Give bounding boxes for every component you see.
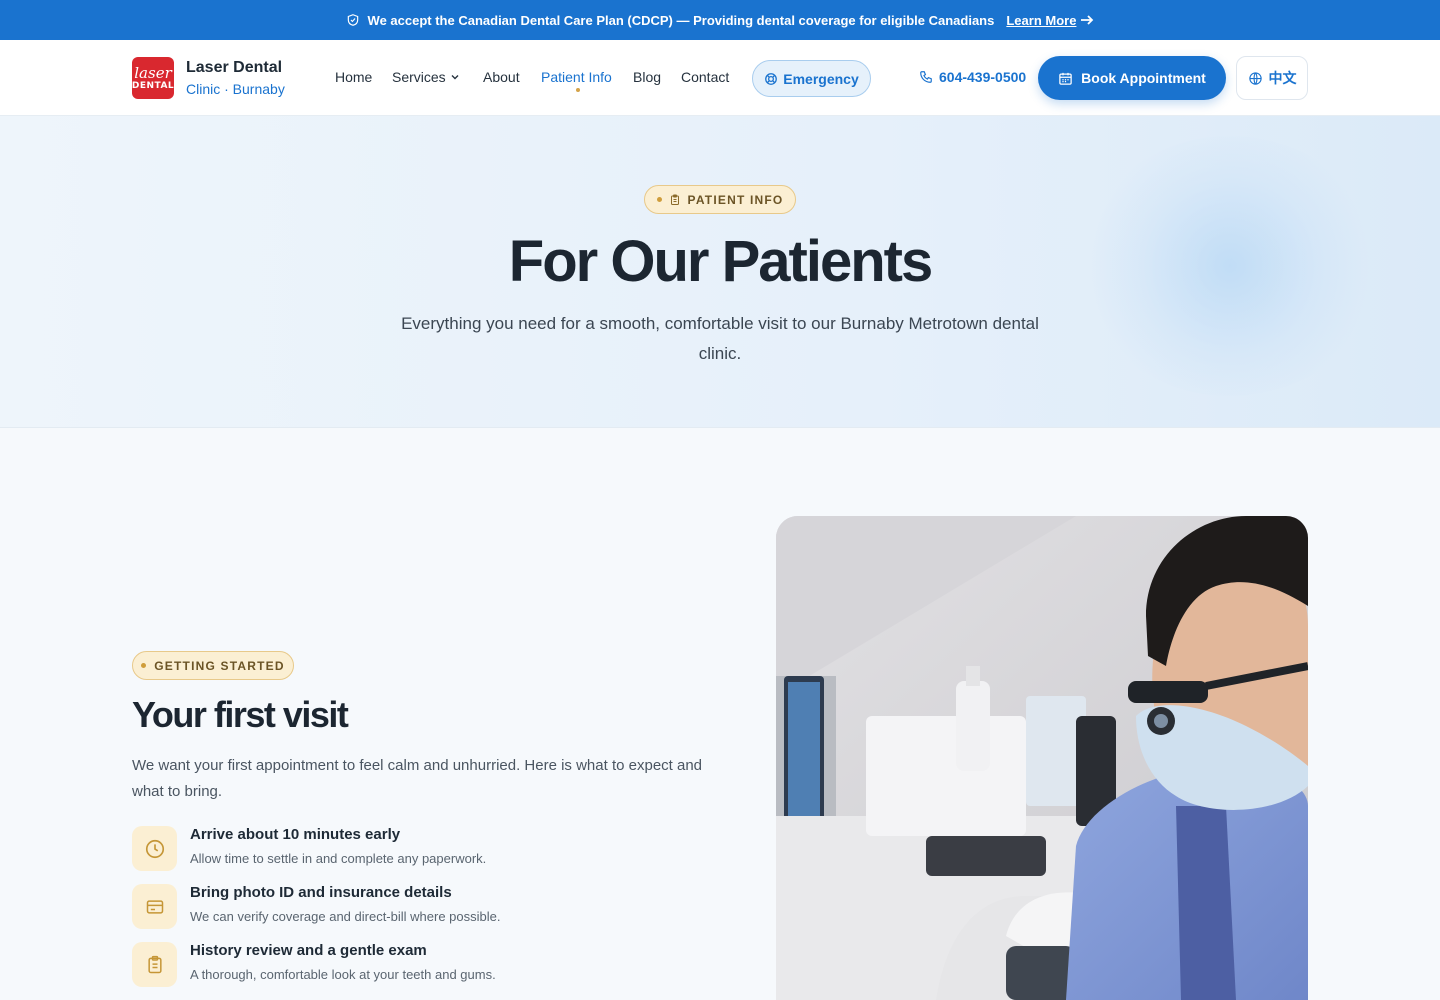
arrow-right-icon <box>1081 15 1094 25</box>
step-title: History review and a gentle exam <box>190 942 427 959</box>
step-title: Arrive about 10 minutes early <box>190 826 401 843</box>
calendar-icon <box>1059 72 1072 85</box>
emergency-label[interactable]: Emergency <box>783 71 858 87</box>
step-description: Allow time to settle in and complete any… <box>190 851 487 866</box>
nav-contact[interactable]: Contact <box>681 69 729 85</box>
nav-services[interactable]: Services <box>392 69 460 85</box>
hero-subtitle: Everything you need for a smooth, comfor… <box>401 314 1039 363</box>
badge-dot <box>656 197 662 202</box>
announcement-text: We accept the Canadian Dental Care Plan … <box>367 12 995 28</box>
announcement-bar: We accept the Canadian Dental Care Plan … <box>0 0 1440 40</box>
dentist-illustration <box>776 516 1308 1000</box>
nav-home[interactable]: Home <box>335 69 372 85</box>
chevron-down-icon <box>451 75 459 80</box>
phone-link[interactable]: 604-439-0500 <box>919 69 1026 85</box>
hero-badge-label: PATIENT INFO <box>687 192 784 207</box>
learn-more-link[interactable]: Learn More <box>1006 13 1094 28</box>
globe-icon <box>1248 71 1262 85</box>
language-switch[interactable]: 中文 <box>1236 56 1308 100</box>
step-icon-box <box>132 942 177 987</box>
site-header: laser DENTAL Laser Dental Clinic · Burna… <box>0 40 1440 116</box>
list-item: Bring photo ID and insurance details We … <box>132 884 732 930</box>
step-title: Bring photo ID and insurance details <box>190 884 452 901</box>
shield-check-icon <box>347 14 358 26</box>
phone-icon <box>920 71 932 83</box>
nav-about[interactable]: About <box>483 69 520 85</box>
logo[interactable]: laser DENTAL <box>132 57 174 99</box>
brand-subtitle: Clinic · Burnaby <box>186 81 285 97</box>
book-appointment-label[interactable]: Book Appointment <box>1081 70 1206 86</box>
logo-text-bottom: DENTAL <box>131 80 175 91</box>
list-item: History review and a gentle exam A thoro… <box>132 942 732 988</box>
page-title: For Our Patients <box>508 229 933 294</box>
active-indicator-dot <box>576 88 580 92</box>
step-description: We can verify coverage and direct-bill w… <box>190 909 501 924</box>
nav-services-label[interactable]: Services <box>392 69 446 85</box>
lifebuoy-icon <box>765 72 778 85</box>
getting-started-label: GETTING STARTED <box>154 658 285 673</box>
emergency-button[interactable]: Emergency <box>752 60 871 97</box>
phone-number[interactable]: 604-439-0500 <box>939 69 1026 85</box>
list-item: Arrive about 10 minutes early Allow time… <box>132 826 732 872</box>
nav-blog[interactable]: Blog <box>633 69 661 85</box>
logo-text-top: laser <box>134 63 172 82</box>
section-intro: We want your first appointment to feel c… <box>132 757 703 800</box>
dentist-photo <box>776 516 1308 1000</box>
section-title: Your first visit <box>132 694 349 735</box>
clipboard-icon <box>670 194 679 205</box>
clipboard-icon <box>147 955 162 973</box>
learn-more-label[interactable]: Learn More <box>1006 13 1076 28</box>
step-description: A thorough, comfortable look at your tee… <box>190 967 496 982</box>
book-appointment-button[interactable]: Book Appointment <box>1038 56 1226 100</box>
id-card-icon <box>146 899 163 914</box>
hero-badge: PATIENT INFO <box>644 185 796 214</box>
step-icon-box <box>132 884 177 929</box>
nav-patient-info[interactable]: Patient Info <box>541 69 612 85</box>
hero-section: PATIENT INFO For Our Patients Everything… <box>0 116 1440 428</box>
step-icon-box <box>132 826 177 871</box>
language-label[interactable]: 中文 <box>1269 68 1297 88</box>
getting-started-badge: GETTING STARTED <box>132 651 294 680</box>
badge-dot <box>141 663 147 668</box>
brand-name[interactable]: Laser Dental <box>186 59 282 77</box>
clock-icon <box>145 839 164 858</box>
